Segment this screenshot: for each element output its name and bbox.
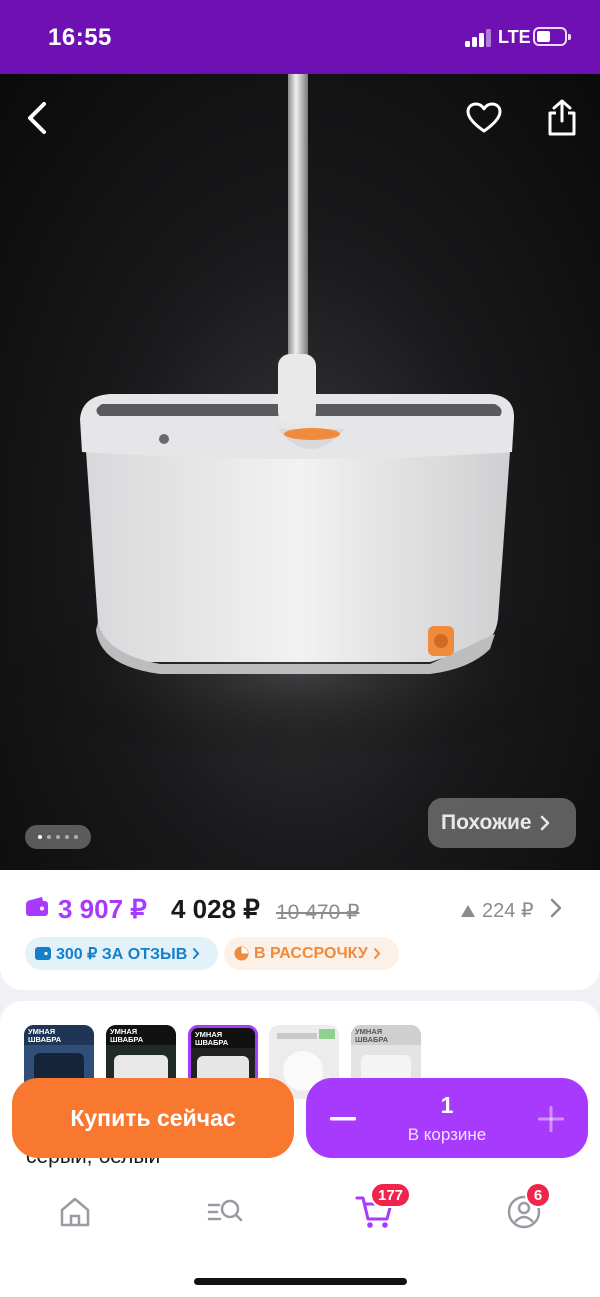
- variant-thumb-title: УМНАЯ ШВАБРА: [191, 1028, 255, 1048]
- product-screen: 16:55 LTE Похожие 3 907 ₽ 4 028 ₽ 10 470…: [0, 0, 600, 1297]
- bottom-tab-bar: 177 6: [0, 1172, 600, 1297]
- review-bonus-label: 300 ₽ ЗА ОТЗЫВ: [56, 945, 188, 963]
- regular-price: 4 028 ₽: [171, 894, 260, 924]
- wallet-small-icon: [35, 947, 51, 960]
- chevron-right-icon: [540, 815, 549, 831]
- price-history-button[interactable]: 224 ₽: [460, 898, 534, 923]
- triangle-up-icon: [461, 904, 475, 917]
- similar-button[interactable]: Похожие: [428, 798, 576, 848]
- chevron-right-icon: [550, 898, 562, 918]
- plus-icon: [538, 1106, 564, 1132]
- favorite-button[interactable]: [460, 94, 508, 142]
- share-icon: [548, 99, 576, 136]
- cart-count-badge: 177: [370, 1182, 412, 1208]
- mop-bucket-image: [0, 74, 600, 764]
- similar-label: Похожие: [441, 811, 532, 834]
- tab-catalog[interactable]: [205, 1192, 245, 1232]
- home-indicator: [194, 1278, 407, 1285]
- variant-thumb-title: УМНАЯ ШВАБРА: [106, 1025, 176, 1045]
- price-delta: 224 ₽: [482, 900, 534, 922]
- cart-quantity-control: 1 В корзине: [306, 1078, 588, 1158]
- installment-chip[interactable]: В РАССРОЧКУ: [224, 937, 399, 970]
- profile-notification-badge: 6: [525, 1182, 551, 1208]
- increase-quantity-button[interactable]: [536, 1104, 566, 1134]
- buy-now-button[interactable]: Купить сейчас: [12, 1078, 294, 1158]
- variant-thumb-title: УМНАЯ ШВАБРА: [351, 1025, 421, 1045]
- status-bar: 16:55 LTE: [0, 0, 600, 74]
- back-button[interactable]: [14, 94, 62, 142]
- catalog-search-icon: [207, 1199, 243, 1222]
- status-time: 16:55: [48, 24, 112, 51]
- tab-home[interactable]: [55, 1192, 95, 1232]
- gallery-pagination: [25, 825, 91, 849]
- signal-icon: [465, 29, 491, 47]
- battery-icon: [533, 27, 571, 46]
- share-button[interactable]: [538, 94, 586, 142]
- chevron-left-icon: [28, 102, 46, 134]
- review-bonus-chip[interactable]: 300 ₽ ЗА ОТЗЫВ: [25, 937, 218, 970]
- chevron-right-icon: [193, 948, 200, 959]
- network-label: LTE: [498, 27, 531, 47]
- variant-thumb-title: УМНАЯ ШВАБРА: [24, 1025, 94, 1045]
- wallet-price: 3 907 ₽: [58, 894, 147, 924]
- wallet-icon: [26, 897, 48, 916]
- installment-label: В РАССРОЧКУ: [254, 944, 368, 962]
- heart-icon: [466, 102, 502, 133]
- price-card: 3 907 ₽ 4 028 ₽ 10 470 ₽ 224 ₽ 300 ₽ ЗА …: [0, 870, 600, 990]
- home-icon: [60, 1197, 90, 1227]
- chevron-right-icon: [373, 948, 381, 959]
- product-image-gallery[interactable]: Похожие: [0, 74, 600, 870]
- pie-chart-icon: [234, 946, 249, 961]
- old-price: 10 470 ₽: [276, 901, 360, 924]
